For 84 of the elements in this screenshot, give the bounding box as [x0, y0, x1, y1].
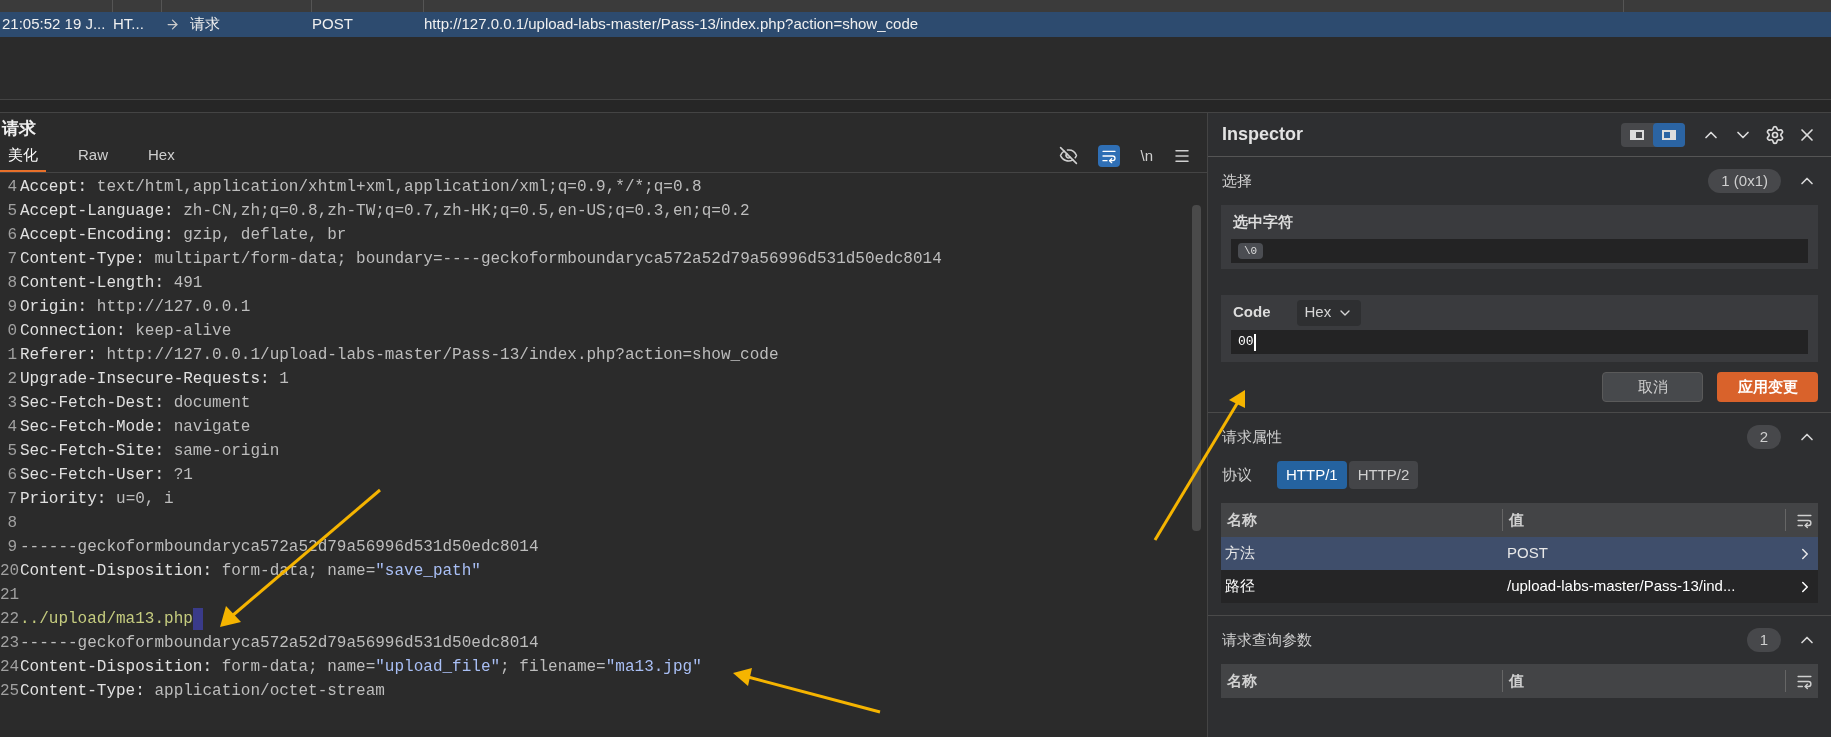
line-number: 5 [6, 201, 18, 222]
wrap-toggle[interactable] [1098, 144, 1121, 167]
column-header: 值 [1503, 669, 1786, 693]
code-line: Sec-Fetch-Site: same-origin [20, 441, 280, 462]
selection-highlight [192, 608, 203, 630]
line-number: 6 [6, 465, 18, 486]
line-number: 21 [0, 585, 20, 606]
table-row[interactable]: 路径 /upload-labs-master/Pass-13/ind... [1221, 570, 1818, 603]
line-number: 5 [6, 441, 18, 462]
line-number: 0 [6, 321, 18, 342]
line-number: 4 [6, 417, 18, 438]
inspector-title: Inspector [1222, 123, 1304, 146]
line-number: 9 [6, 537, 18, 558]
protocol-option[interactable]: HTTP/1 [1277, 461, 1347, 489]
count-badge: 1 (0x1) [1708, 168, 1781, 194]
code-line: Priority: u=0, i [20, 489, 174, 510]
settings-icon[interactable] [1765, 124, 1785, 145]
table-cell-text: HT... [113, 14, 145, 35]
tab[interactable]: Hex [140, 143, 183, 172]
line-number: 8 [6, 513, 18, 534]
format-dropdown[interactable]: Hex [1296, 299, 1362, 326]
column-header: 值 [1503, 508, 1786, 532]
code-line: Content-Type: multipart/form-data; boundary=----geckoformboundaryca572a52d79a56996d531d50edc8014 [20, 249, 942, 270]
column-header: 名称 [1221, 508, 1503, 532]
code-line: Content-Type: application/octet-stream [20, 681, 385, 702]
line-number: 8 [6, 273, 18, 294]
table-cell-text: /upload-labs-master/Pass-13/ind... [1506, 576, 1737, 597]
code-line: Accept-Encoding: gzip, deflate, br [20, 225, 347, 246]
line-number: 2 [6, 369, 18, 390]
line-number: 20 [0, 561, 20, 582]
panel-label: 选中字符 [1232, 211, 1294, 232]
line-number: 9 [6, 297, 18, 318]
code-line: Connection: keep-alive [20, 321, 232, 342]
code-line: Sec-Fetch-Mode: navigate [20, 417, 251, 438]
code-line: Sec-Fetch-Dest: document [20, 393, 251, 414]
code-line: Content-Length: 491 [20, 273, 203, 294]
newline-toggle[interactable]: \n [1140, 144, 1153, 167]
code-line: Content-Disposition: form-data; name="upload_file"; filename="ma13.jpg" [20, 657, 702, 678]
tab[interactable]: 美化 [0, 143, 46, 172]
arrow-right-icon [165, 17, 180, 32]
line-number: 3 [6, 393, 18, 414]
line-number: 7 [6, 249, 18, 270]
panel-label: Code [1233, 302, 1271, 323]
tab[interactable]: Raw [70, 143, 116, 172]
char-chip: \0 [1238, 242, 1264, 260]
line-number: 7 [6, 489, 18, 510]
line-number: 23 [0, 633, 20, 654]
count-badge: 1 [1746, 627, 1781, 653]
column-header: 名称 [1221, 669, 1503, 693]
table-cell-text: 21:05:52 19 J... [1, 14, 107, 35]
table-cell-text: 请求 [190, 14, 221, 35]
eye-off-icon[interactable] [1059, 146, 1079, 166]
code-line: Sec-Fetch-User: ?1 [20, 465, 193, 486]
protocol-option[interactable]: HTTP/2 [1348, 461, 1419, 489]
layout-button[interactable] [1653, 122, 1685, 147]
table-cell-text: POST [312, 14, 354, 35]
code-line: Referer: http://127.0.0.1/upload-labs-master/Pass-13/index.php?action=show_code [20, 345, 779, 366]
line-number: 6 [6, 225, 18, 246]
code-input[interactable]: 00 [1231, 330, 1808, 354]
table-cell-text: POST [1506, 543, 1549, 564]
line-number: 24 [0, 657, 20, 678]
code-line: Accept: text/html,application/xhtml+xml,application/xml;q=0.9,*/*;q=0.8 [20, 177, 702, 198]
request-row[interactable]: 21:05:52 19 J... HT... 请求 POST http://127.0.0.1/upload-labs-master/Pass-13/index.php?action=show_code [0, 12, 1831, 37]
table-cell-text: http://127.0.0.1/upload-labs-master/Pass-13/index.php?action=show_code [424, 14, 919, 35]
section-title: 请求属性 [1222, 426, 1282, 447]
panel-title: 请求 [0, 118, 37, 141]
table-cell-text: 方法 [1224, 543, 1256, 564]
code-line: Upgrade-Insecure-Requests: 1 [20, 369, 289, 390]
table-row[interactable]: 方法 POST [1221, 537, 1818, 570]
table-cell-text: 路径 [1224, 576, 1256, 597]
line-number: 4 [6, 177, 18, 198]
apply-button[interactable]: 应用变更 [1717, 372, 1818, 402]
code-line: ------geckoformboundaryca572a52d79a56996d531d50edc8014 [20, 633, 539, 654]
section-title: 请求查询参数 [1222, 629, 1312, 650]
code-line: ../upload/ma13.php [20, 609, 193, 630]
line-number: 22 [0, 609, 20, 630]
cancel-button[interactable]: 取消 [1602, 372, 1703, 402]
count-badge: 2 [1746, 424, 1781, 450]
code-line: Origin: http://127.0.0.1 [20, 297, 251, 318]
line-number: 1 [6, 345, 18, 366]
protocol-label: 协议 [1222, 464, 1252, 485]
section-title: 选择 [1222, 170, 1252, 191]
line-number: 25 [0, 681, 20, 702]
code-line: Accept-Language: zh-CN,zh;q=0.8,zh-TW;q=0.7,zh-HK;q=0.5,en-US;q=0.3,en;q=0.2 [20, 201, 750, 222]
